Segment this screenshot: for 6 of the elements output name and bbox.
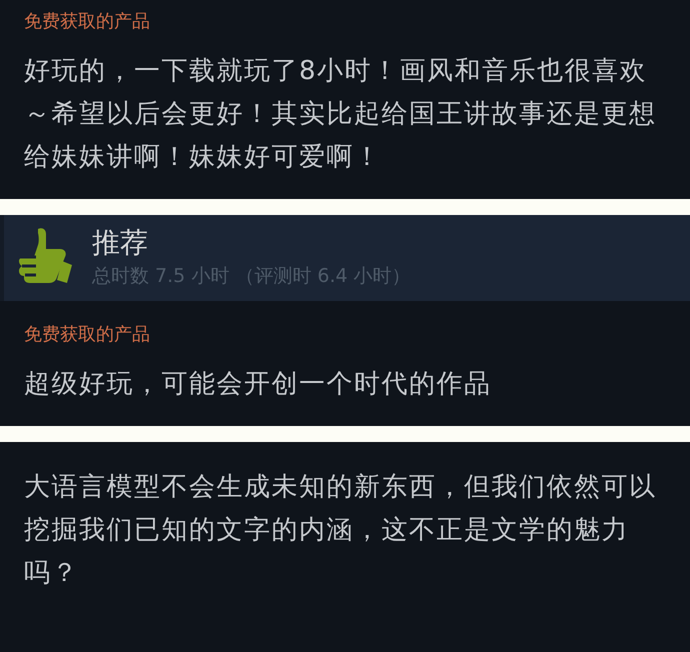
product-note: 免费获取的产品 <box>24 323 151 347</box>
review-text: 好玩的，一下载就玩了8小时！画风和音乐也很喜欢～希望以后会更好！其实比起给国王讲故事还是更想给妹妹讲啊！妹妹好可爱啊！ <box>24 55 658 174</box>
review-text: 超级好玩，可能会开创一个时代的作品 <box>24 368 492 401</box>
review-verdict: 推荐 <box>92 225 149 261</box>
review-text: 大语言模型不会生成未知的新东西，但我们依然可以挖掘我们已知的文字的内涵，这不正是文学的魅力吗？ <box>24 471 658 590</box>
product-note: 免费获取的产品 <box>24 10 151 34</box>
